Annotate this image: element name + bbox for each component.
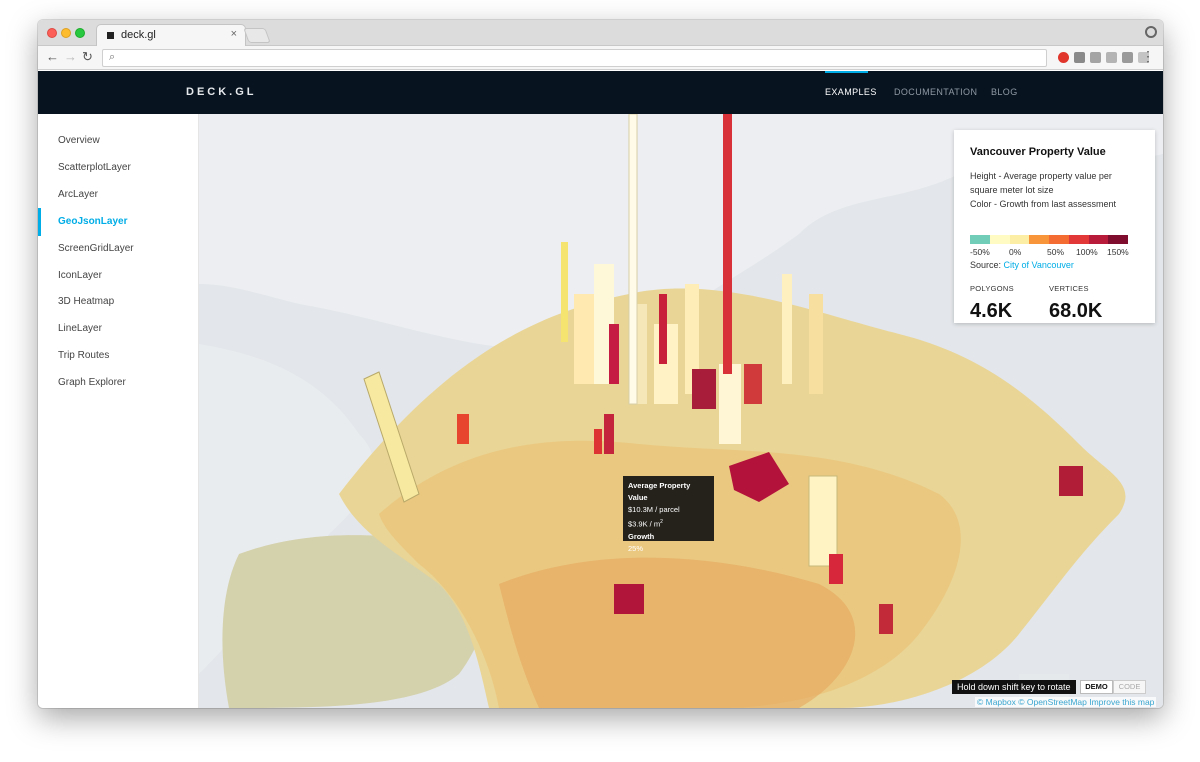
back-icon[interactable]: ← [46,49,59,64]
legend-tick: 0% [1009,247,1022,257]
address-bar[interactable]: ⌕ [102,49,1047,67]
stat-polygons-label: POLYGONS [970,284,1014,293]
minimize-window-button[interactable] [61,28,71,38]
menu-icon[interactable]: ⋮ [1141,48,1155,65]
sidebar-item-linelayer[interactable]: LineLayer [58,323,102,334]
opera-extension-icon[interactable] [1058,52,1069,63]
sidebar: Overview ScatterplotLayer ArcLayer GeoJs… [38,114,199,708]
sidebar-item-trip-routes[interactable]: Trip Routes [58,350,109,361]
browser-window: deck.gl × ← → ↻ ⌕ ⋮ DECK.GL EXAMPLES DOC… [38,20,1163,708]
tooltip-heading-growth: Growth [628,531,655,541]
site-logo[interactable]: DECK.GL [186,86,257,98]
legend-tick: 150% [1107,247,1129,257]
map-attribution[interactable]: © Mapbox © OpenStreetMap Improve this ma… [975,697,1157,707]
favicon-icon [107,32,114,39]
tooltip-area-sup: 2 [660,519,663,525]
tooltip-heading-value: Average Property Value [628,481,691,502]
sidebar-active-marker [38,208,41,236]
map-canvas[interactable]: Vancouver Property Value Height - Averag… [199,114,1163,708]
legend-desc-line3: Color - Growth from last assessment [970,199,1117,209]
chat-extension-icon[interactable] [1074,52,1085,63]
tooltip-growth-value: 25% [628,543,644,553]
legend-desc-line1: Height - Average property value per [970,171,1112,181]
reload-icon[interactable]: ↻ [82,49,93,65]
forward-icon[interactable]: → [64,49,77,64]
sidebar-item-graph-explorer[interactable]: Graph Explorer [58,377,126,388]
sidebar-item-screengridlayer[interactable]: ScreenGridLayer [58,243,134,254]
nav-blog[interactable]: BLOG [991,87,1018,97]
site-header: DECK.GL EXAMPLES DOCUMENTATION BLOG [38,71,1163,114]
legend-tick: 50% [1047,247,1065,257]
rotate-hint: Hold down shift key to rotate [952,680,1076,694]
shield-extension-icon[interactable] [1122,52,1133,63]
legend-swatch [1049,235,1069,244]
stat-polygons-value: 4.6K [970,300,1013,322]
active-nav-indicator [825,71,868,73]
sidebar-item-overview[interactable]: Overview [58,135,100,146]
tab-title: deck.gl [121,29,156,41]
legend-title: Vancouver Property Value [970,146,1106,158]
drive-extension-icon[interactable] [1106,52,1117,63]
hover-tooltip: Average Property Value $10.3M / parcel $… [623,476,714,553]
sidebar-item-iconlayer[interactable]: IconLayer [58,270,102,281]
demo-toggle-button[interactable]: DEMO [1080,680,1113,694]
legend-color-scale [970,235,1128,244]
new-tab-button[interactable] [243,28,271,43]
sidebar-item-geojsonlayer[interactable]: GeoJsonLayer [58,216,127,227]
maximize-window-button[interactable] [75,28,85,38]
stat-vertices-label: VERTICES [1049,284,1089,293]
legend-tick: -50% [970,247,990,257]
tab-close-icon[interactable]: × [231,28,237,40]
sidebar-item-scatterplotlayer[interactable]: ScatterplotLayer [58,162,131,173]
nav-examples[interactable]: EXAMPLES [825,87,877,97]
legend-swatch [1009,235,1030,244]
legend-source-prefix: Source: [970,260,1004,270]
browser-tab[interactable]: deck.gl × [96,24,246,47]
tooltip-area-value: $3.9K / m2 [628,516,709,531]
profile-icon[interactable] [1145,26,1157,38]
legend-swatch [989,235,1010,244]
legend-swatch [970,235,990,244]
legend-source-link[interactable]: City of Vancouver [1004,260,1074,270]
legend-tick: 100% [1076,247,1098,257]
browser-toolbar: ← → ↻ ⌕ ⋮ [38,46,1163,70]
sidebar-item-3d-heatmap[interactable]: 3D Heatmap [58,296,114,307]
tab-strip: deck.gl × [38,20,1163,47]
tooltip-area-main: $3.9K / m [628,519,661,529]
legend-swatch [1088,235,1109,244]
nav-documentation[interactable]: DOCUMENTATION [894,87,977,97]
legend-swatch [1108,235,1128,244]
search-icon: ⌕ [109,51,116,63]
legend-swatch [1068,235,1089,244]
bookmark-extension-icon[interactable] [1090,52,1101,63]
legend-source: Source: City of Vancouver [970,260,1074,270]
sidebar-item-arclayer[interactable]: ArcLayer [58,189,98,200]
stat-vertices-value: 68.0K [1049,300,1103,322]
legend-swatch [1029,235,1049,244]
code-toggle-button[interactable]: CODE [1113,680,1146,694]
legend-panel: Vancouver Property Value Height - Averag… [954,130,1155,323]
legend-desc-line2: square meter lot size [970,185,1054,195]
tooltip-parcel-value: $10.3M / parcel [628,505,680,514]
close-window-button[interactable] [47,28,57,38]
